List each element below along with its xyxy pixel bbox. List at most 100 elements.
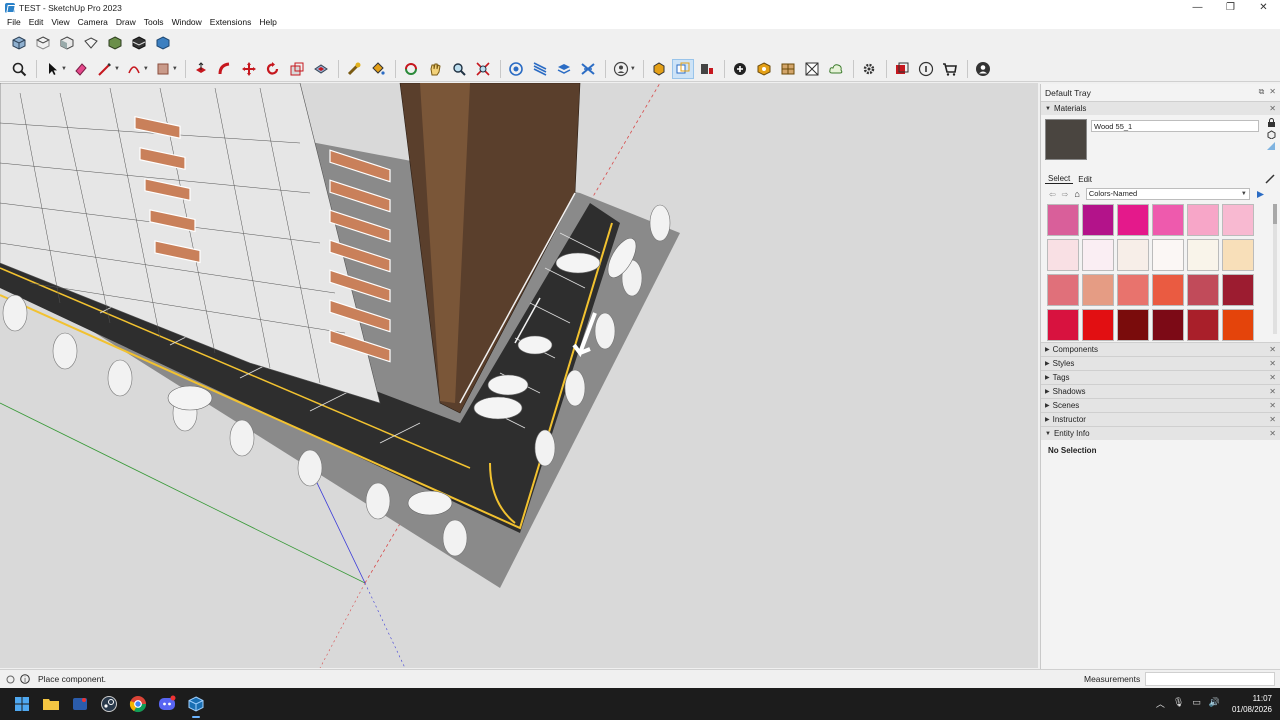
app-icon[interactable] <box>68 692 92 716</box>
material-swatch[interactable] <box>1082 204 1114 236</box>
create-material-icon[interactable] <box>1267 130 1276 139</box>
material-swatch[interactable] <box>1222 204 1254 236</box>
help-status-icon[interactable]: i <box>20 674 30 684</box>
pan-icon[interactable] <box>424 59 446 79</box>
panel-close-icon[interactable]: ✕ <box>1269 359 1276 368</box>
back-arrow-icon[interactable]: ⇦ <box>1049 190 1056 199</box>
extension-warehouse-icon[interactable] <box>696 59 718 79</box>
cart-icon[interactable] <box>939 59 961 79</box>
material-swatch[interactable] <box>1082 239 1114 271</box>
back-view-icon[interactable] <box>104 33 126 53</box>
file-explorer-icon[interactable] <box>39 692 63 716</box>
panel-close-icon[interactable]: ✕ <box>1269 415 1276 424</box>
layers-icon[interactable] <box>529 59 551 79</box>
info-icon[interactable] <box>915 59 937 79</box>
iso-view-icon[interactable] <box>8 33 30 53</box>
panel-tags-header[interactable]: ▶ Tags ✕ <box>1041 370 1280 384</box>
offset-icon[interactable] <box>310 59 332 79</box>
panel-close-icon[interactable]: ✕ <box>1269 373 1276 382</box>
material-swatch[interactable] <box>1152 204 1184 236</box>
panel-close-icon[interactable]: ✕ <box>1269 387 1276 396</box>
solid-tools-icon[interactable] <box>577 59 599 79</box>
menu-file[interactable]: File <box>3 17 25 27</box>
front-view-icon[interactable] <box>56 33 78 53</box>
sample-paint-icon[interactable] <box>1265 174 1275 184</box>
material-swatch[interactable] <box>1117 239 1149 271</box>
right-view-icon[interactable] <box>80 33 102 53</box>
paint-bucket-icon[interactable] <box>367 59 389 79</box>
material-swatch[interactable] <box>1187 274 1219 306</box>
push-pull-icon[interactable] <box>190 59 212 79</box>
line-icon[interactable] <box>94 59 116 79</box>
tab-edit[interactable]: Edit <box>1075 175 1095 184</box>
bottom-view-icon[interactable] <box>152 33 174 53</box>
close-button[interactable]: ✕ <box>1247 0 1280 15</box>
panel-materials-header[interactable]: ▼ Materials ✕ <box>1041 101 1280 115</box>
send-to-layout-icon[interactable] <box>729 59 751 79</box>
3d-warehouse-icon[interactable] <box>671 59 694 79</box>
cloud-icon[interactable] <box>825 59 847 79</box>
menu-window[interactable]: Window <box>168 17 206 27</box>
follow-me-icon[interactable] <box>214 59 236 79</box>
panel-close-icon[interactable]: ✕ <box>1269 401 1276 410</box>
swatch-scrollbar[interactable] <box>1273 204 1277 334</box>
settings-icon[interactable] <box>858 59 880 79</box>
rotate-icon[interactable] <box>262 59 284 79</box>
menu-extensions[interactable]: Extensions <box>206 17 256 27</box>
rectangle-icon[interactable] <box>152 59 174 79</box>
move-icon[interactable] <box>238 59 260 79</box>
chrome-icon[interactable] <box>126 692 150 716</box>
microphone-icon[interactable]: 🎙 <box>1173 697 1184 710</box>
orbit-icon[interactable] <box>400 59 422 79</box>
menu-tools[interactable]: Tools <box>140 17 168 27</box>
menu-draw[interactable]: Draw <box>112 17 140 27</box>
maximize-button[interactable]: ❐ <box>1214 0 1247 15</box>
components-icon[interactable] <box>648 59 670 79</box>
material-swatch[interactable] <box>1152 274 1184 306</box>
left-view-icon[interactable] <box>128 33 150 53</box>
menu-camera[interactable]: Camera <box>74 17 112 27</box>
material-swatch[interactable] <box>1222 309 1254 341</box>
photo-textures-icon[interactable] <box>801 59 823 79</box>
discord-icon[interactable] <box>155 692 179 716</box>
match-photo-icon[interactable] <box>753 59 775 79</box>
current-material-swatch[interactable] <box>1045 119 1087 160</box>
eraser-icon[interactable] <box>70 59 92 79</box>
material-swatch[interactable] <box>1187 309 1219 341</box>
material-swatch[interactable] <box>1082 274 1114 306</box>
panel-close-icon[interactable]: ✕ <box>1269 104 1276 113</box>
panel-entity-info-header[interactable]: ▼ Entity Info ✕ <box>1041 426 1280 440</box>
steam-icon[interactable] <box>97 692 121 716</box>
chevron-up-icon[interactable]: ︿ <box>1156 697 1165 710</box>
top-view-icon[interactable] <box>32 33 54 53</box>
panel-styles-header[interactable]: ▶ Styles ✕ <box>1041 356 1280 370</box>
arc-icon[interactable] <box>123 59 145 79</box>
select-icon[interactable] <box>41 59 63 79</box>
material-swatch[interactable] <box>1047 309 1079 341</box>
material-swatch[interactable] <box>1152 239 1184 271</box>
user-icon[interactable] <box>972 59 994 79</box>
forward-arrow-icon[interactable]: ⇨ <box>1062 190 1069 199</box>
tab-select[interactable]: Select <box>1045 174 1074 184</box>
zoom-icon[interactable] <box>8 59 30 79</box>
panel-scenes-header[interactable]: ▶ Scenes ✕ <box>1041 398 1280 412</box>
speaker-icon[interactable]: 🔊 <box>1209 697 1220 710</box>
menu-edit[interactable]: Edit <box>25 17 48 27</box>
panel-instructor-header[interactable]: ▶ Instructor ✕ <box>1041 412 1280 426</box>
home-icon[interactable]: ⌂ <box>1074 189 1079 199</box>
panel-components-header[interactable]: ▶ Components ✕ <box>1041 342 1280 356</box>
panel-close-icon[interactable]: ✕ <box>1269 345 1276 354</box>
material-swatch[interactable] <box>1187 204 1219 236</box>
minimize-button[interactable]: — <box>1181 0 1214 15</box>
material-swatch[interactable] <box>1117 274 1149 306</box>
details-arrow-icon[interactable] <box>1256 190 1265 199</box>
material-swatch[interactable] <box>1152 309 1184 341</box>
material-swatch[interactable] <box>1117 309 1149 341</box>
scale-icon[interactable] <box>286 59 308 79</box>
material-swatch[interactable] <box>1222 239 1254 271</box>
menu-view[interactable]: View <box>47 17 73 27</box>
geo-location-status-icon[interactable] <box>5 674 15 684</box>
zoom-window-icon[interactable] <box>448 59 470 79</box>
taskbar-clock[interactable]: 11:07 01/08/2026 <box>1232 693 1272 715</box>
stack-icon[interactable] <box>553 59 575 79</box>
